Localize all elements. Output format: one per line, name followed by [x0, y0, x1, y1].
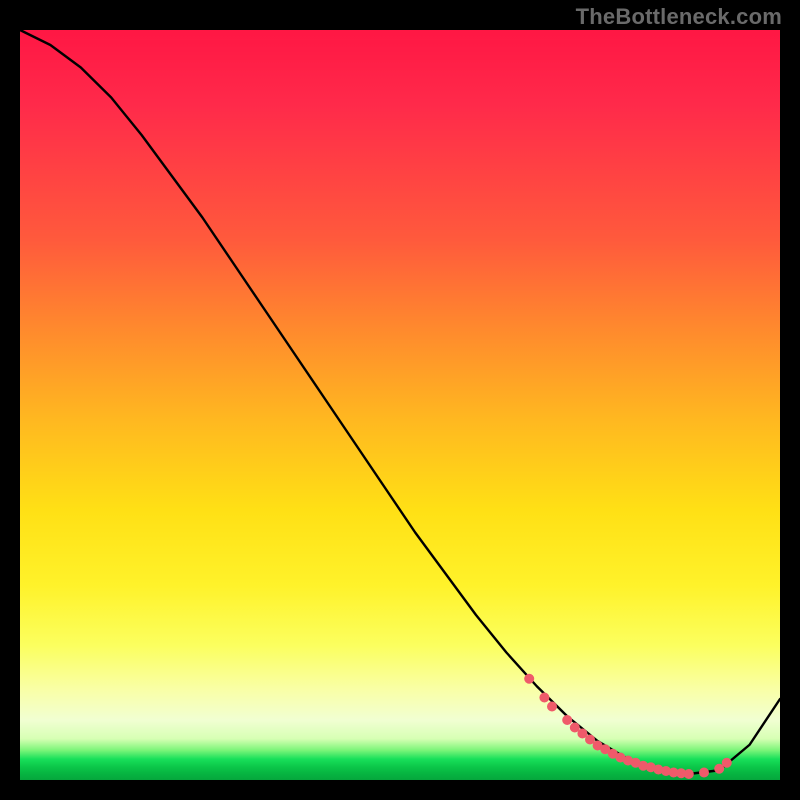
data-point	[547, 702, 557, 712]
data-point	[524, 674, 534, 684]
data-point	[539, 693, 549, 703]
data-point	[722, 758, 732, 768]
plot-area	[20, 30, 780, 780]
curve-line	[20, 30, 780, 774]
data-point	[684, 769, 694, 779]
marker-group	[524, 674, 732, 779]
data-point	[699, 768, 709, 778]
data-point	[562, 715, 572, 725]
watermark-text: TheBottleneck.com	[576, 4, 782, 30]
chart-svg	[20, 30, 780, 780]
chart-frame: TheBottleneck.com	[0, 0, 800, 800]
